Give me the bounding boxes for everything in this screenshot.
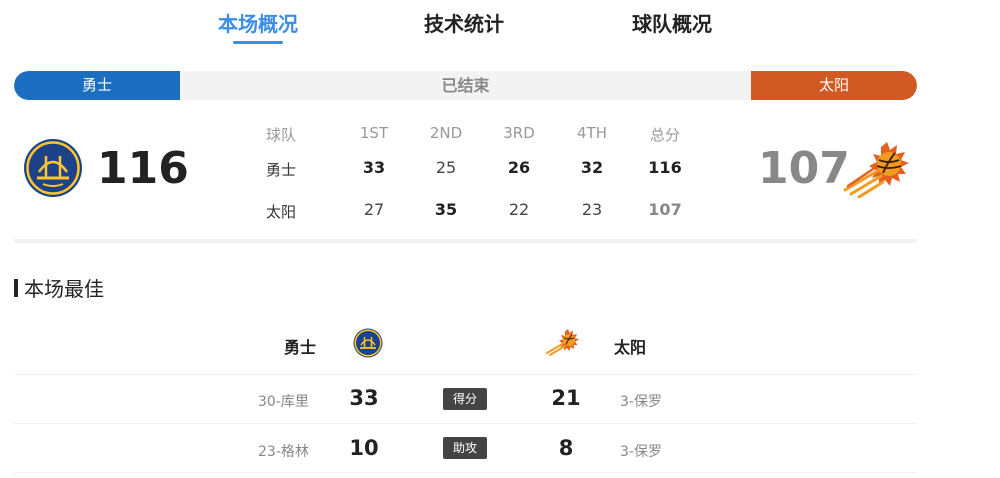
home-score: 116: [97, 143, 189, 194]
home-stat-value: 10: [349, 436, 379, 460]
away-score: 107: [758, 143, 850, 194]
table-cell: 35: [434, 200, 458, 219]
home-player-name[interactable]: 23-格林: [258, 441, 309, 461]
home-player-name[interactable]: 30-库里: [258, 391, 309, 411]
best-players-title: 本场最佳: [14, 273, 104, 302]
table-cell: 27: [363, 200, 385, 219]
warriors-logo-icon: [353, 328, 383, 362]
away-player-name[interactable]: 3-保罗: [620, 391, 662, 411]
warriors-logo-icon: [23, 138, 83, 202]
stat-category-badge: 助攻: [443, 437, 487, 459]
home-team-pill: 勇士: [14, 71, 180, 100]
suns-logo-icon: [843, 140, 911, 202]
table-cell: 22: [508, 200, 530, 219]
best-home-team: 勇士: [284, 338, 317, 357]
table-cell: 33: [362, 158, 386, 177]
game-status-text: 已结束: [441, 76, 490, 95]
col-header-q1: 1ST: [359, 124, 389, 142]
suns-logo-icon: [546, 328, 580, 361]
row-team-name: 勇士: [265, 161, 296, 179]
away-team-pill: 太阳: [751, 71, 917, 100]
table-cell-total: 116: [648, 158, 682, 177]
best-away-team: 太阳: [614, 338, 647, 357]
section-divider: [14, 239, 917, 243]
row-divider: [14, 472, 917, 473]
stat-category-badge: 得分: [443, 388, 487, 410]
col-header-q2: 2ND: [429, 124, 463, 142]
home-stat-value: 33: [349, 386, 379, 410]
col-header-q3: 3RD: [503, 124, 535, 142]
title-bar-accent: [14, 278, 18, 297]
col-header-q4: 4TH: [577, 124, 607, 142]
table-cell: 32: [580, 158, 604, 177]
tab-tech-stats[interactable]: 技术统计: [424, 8, 504, 37]
tab-team-overview[interactable]: 球队概况: [632, 8, 712, 37]
game-status-bar: 勇士 已结束 太阳: [14, 71, 917, 100]
col-header-team: 球队: [265, 126, 296, 144]
away-player-name[interactable]: 3-保罗: [620, 441, 662, 461]
best-players-title-text: 本场最佳: [24, 277, 104, 301]
row-team-name: 太阳: [265, 203, 296, 221]
table-cell: 25: [435, 158, 457, 177]
row-divider: [14, 423, 917, 424]
active-tab-underline: [233, 41, 283, 44]
away-stat-value: 8: [558, 436, 574, 460]
table-cell-total: 107: [648, 200, 682, 219]
tab-game-overview[interactable]: 本场概况: [218, 8, 298, 37]
away-stat-value: 21: [551, 386, 581, 410]
row-divider: [14, 374, 917, 375]
col-header-total: 总分: [649, 126, 680, 144]
tab-bar: 本场概况 技术统计 球队概况: [0, 0, 1000, 50]
table-cell: 23: [581, 200, 603, 219]
table-cell: 26: [507, 158, 531, 177]
